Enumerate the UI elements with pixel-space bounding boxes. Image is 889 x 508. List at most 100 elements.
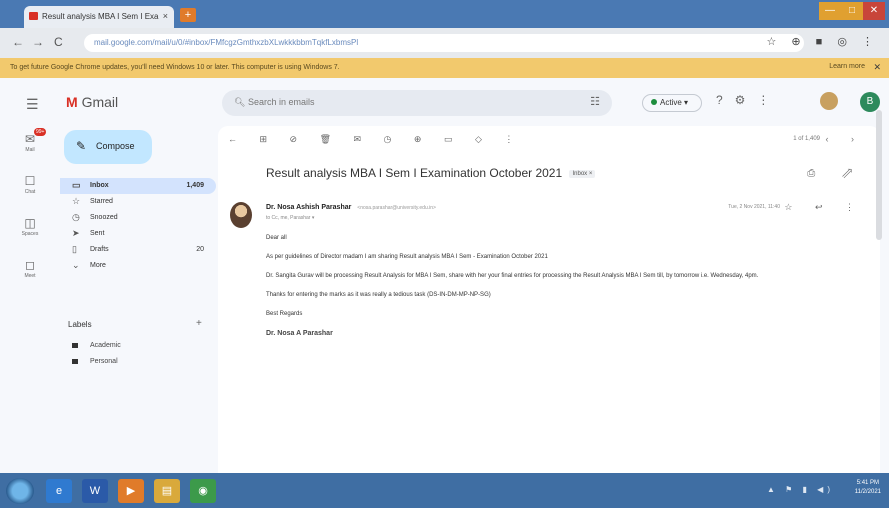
nav-item-more[interactable]: ⌄ More xyxy=(60,258,216,274)
header-icons[interactable]: ?⚙⋮ xyxy=(716,93,781,107)
search-placeholder: Search in emails xyxy=(247,97,315,107)
tab-title: Result analysis MBA I Sem I Exa xyxy=(42,12,159,21)
clock[interactable]: 5:41 PM 11/2/2021 xyxy=(855,479,881,497)
nav-label: Starred xyxy=(90,198,113,205)
star-icon: ☆ xyxy=(72,196,81,206)
status-label: Active xyxy=(660,98,682,107)
gmail-logo-text: Gmail xyxy=(81,94,119,110)
gmail-app: ☰ M Gmail 🔍︎ Search in emails ☷ Active ▾… xyxy=(0,78,889,473)
new-tab-button[interactable]: + xyxy=(180,8,196,22)
search-options-icon[interactable]: ☷ xyxy=(590,95,600,108)
status-dropdown[interactable]: Active ▾ xyxy=(642,94,702,112)
url-input[interactable]: mail.google.com/mail/u/0/#inbox/FMfcgzGm… xyxy=(84,34,804,52)
pager-nav-icons[interactable]: ‹ › xyxy=(826,134,865,144)
add-label-icon[interactable]: + xyxy=(196,318,202,329)
media-player-icon[interactable]: ▶ xyxy=(118,479,144,503)
tab-close-icon[interactable]: × xyxy=(163,11,168,21)
body-paragraph: Best Regards xyxy=(266,311,303,317)
nav-item-starred[interactable]: ☆ Starred xyxy=(60,194,216,210)
rail-meet[interactable]: ◻ Meet xyxy=(14,258,46,279)
browser-toolbar-icons[interactable]: ☆ ⊕ ■ ◎ ⋮ xyxy=(766,35,879,48)
rail-chat[interactable]: ☐ Chat xyxy=(14,174,46,195)
nav-label: More xyxy=(90,262,106,269)
nav-panel: ✎ Compose ▭ Inbox 1,409 ☆ Starred ◷ Snoo… xyxy=(60,126,216,473)
sender-name[interactable]: Dr. Nosa Ashish Parashar xyxy=(266,204,351,211)
rail-mail[interactable]: ✉ 99+ Mail xyxy=(14,128,47,153)
label-tag-icon xyxy=(72,359,78,364)
compose-label: Compose xyxy=(96,141,135,151)
inbox-icon: ▭ xyxy=(72,180,81,190)
clock-icon: ◷ xyxy=(72,212,80,222)
nav-count: 1,409 xyxy=(186,182,204,189)
subject-text: Result analysis MBA I Sem I Examination … xyxy=(266,166,563,180)
window-controls: — □ ✕ xyxy=(819,0,889,20)
screen: Result analysis MBA I Sem I Exa × + — □ ✕ … xyxy=(0,0,889,508)
inbox-tag[interactable]: Inbox × xyxy=(569,169,596,178)
clock-time: 5:41 PM xyxy=(856,480,880,486)
chrome-icon[interactable]: ◉ xyxy=(190,479,216,503)
label-tag-icon xyxy=(72,343,78,348)
folder-list: ▭ Inbox 1,409 ☆ Starred ◷ Snoozed ➤ Sent xyxy=(60,178,216,274)
ie-icon[interactable]: e xyxy=(46,479,72,503)
gmail-m-icon: M xyxy=(66,94,78,110)
compose-button[interactable]: ✎ Compose xyxy=(64,130,152,164)
infobar-close-icon[interactable]: ✕ xyxy=(873,62,881,73)
rail-spaces[interactable]: ◫ Spaces xyxy=(14,216,46,237)
page-scrollbar[interactable] xyxy=(876,110,882,240)
nav-count: 20 xyxy=(196,246,204,253)
word-icon[interactable]: W xyxy=(82,479,108,503)
print-and-open-icons[interactable]: ⎙ ⇗ xyxy=(807,168,864,179)
mail-badge: 99+ xyxy=(34,128,47,136)
email-subject: Result analysis MBA I Sem I Examination … xyxy=(266,166,596,180)
reload-icon[interactable]: C xyxy=(54,35,63,49)
nav-item-inbox[interactable]: ▭ Inbox 1,409 xyxy=(60,178,216,194)
account-avatar[interactable]: B xyxy=(860,92,880,112)
sender-avatar[interactable] xyxy=(230,202,252,228)
body-paragraph: As per guidelines of Director madam I am… xyxy=(266,254,548,260)
learn-more-link[interactable]: Learn more xyxy=(829,63,865,70)
infobar-message: To get future Google Chrome updates, you… xyxy=(10,64,340,71)
search-input[interactable]: 🔍︎ Search in emails ☷ xyxy=(222,90,612,116)
label-name: Academic xyxy=(90,342,121,349)
update-infobar: To get future Google Chrome updates, you… xyxy=(0,58,889,78)
labels-heading: Labels xyxy=(68,320,92,329)
gmail-logo[interactable]: M Gmail xyxy=(66,94,118,110)
clock-date: 11/2/2021 xyxy=(854,489,881,495)
meet-icon: ◻ xyxy=(25,258,35,272)
pager-text: 1 of 1,409 xyxy=(793,136,820,142)
spaces-icon: ◫ xyxy=(24,216,36,230)
message-view: ← ⊞ ⊘ 🗑 ✉ ◷ ⊕ ▭ ◇ ⋮ 1 of 1,409 ‹ › Resul… xyxy=(218,126,880,473)
nav-label: Drafts xyxy=(90,246,109,253)
rail-label-meet: Meet xyxy=(24,273,36,279)
forward-arrow-icon[interactable]: → xyxy=(32,35,44,49)
recipient-line[interactable]: to Cc, me, Parashar ▾ xyxy=(266,215,314,221)
label-item[interactable]: Academic xyxy=(60,338,216,354)
body-paragraph: Thanks for entering the marks as it was … xyxy=(266,292,491,298)
label-item[interactable]: Personal xyxy=(60,354,216,370)
browser-tab[interactable]: Result analysis MBA I Sem I Exa × xyxy=(24,6,174,28)
start-button[interactable] xyxy=(6,478,34,504)
rail-label-spaces: Spaces xyxy=(21,231,39,237)
file-explorer-icon[interactable]: ▤ xyxy=(154,479,180,503)
main-menu-icon[interactable]: ☰ xyxy=(26,96,39,113)
mail-icon: ✉ xyxy=(24,132,36,146)
back-arrow-icon[interactable]: ← xyxy=(12,35,24,49)
nav-item-drafts[interactable]: ▯ Drafts 20 xyxy=(60,242,216,258)
send-icon: ➤ xyxy=(72,228,80,238)
rail-label-mail: Mail xyxy=(25,147,35,153)
pencil-icon: ✎ xyxy=(76,139,87,153)
nav-item-snoozed[interactable]: ◷ Snoozed xyxy=(60,210,216,226)
chat-icon: ☐ xyxy=(24,174,36,188)
sender-line: Dr. Nosa Ashish Parashar <nosa.parashar@… xyxy=(266,204,436,211)
tray-icons[interactable]: ▲ ⚑ ▮ ◀) xyxy=(767,485,834,494)
maximize-button[interactable]: □ xyxy=(841,2,863,20)
gmail-favicon-icon xyxy=(29,12,38,20)
message-action-icons[interactable]: ☆ ↩ ⋮ xyxy=(784,202,864,213)
close-window-button[interactable]: ✕ xyxy=(863,2,885,20)
nav-item-sent[interactable]: ➤ Sent xyxy=(60,226,216,242)
search-icon: 🔍︎ xyxy=(234,97,246,107)
label-list: Academic Personal xyxy=(60,338,216,370)
message-toolbar-icons[interactable]: ← ⊞ ⊘ 🗑 ✉ ◷ ⊕ ▭ ◇ ⋮ xyxy=(228,134,523,145)
active-status-icon xyxy=(651,99,657,105)
minimize-button[interactable]: — xyxy=(819,2,841,20)
